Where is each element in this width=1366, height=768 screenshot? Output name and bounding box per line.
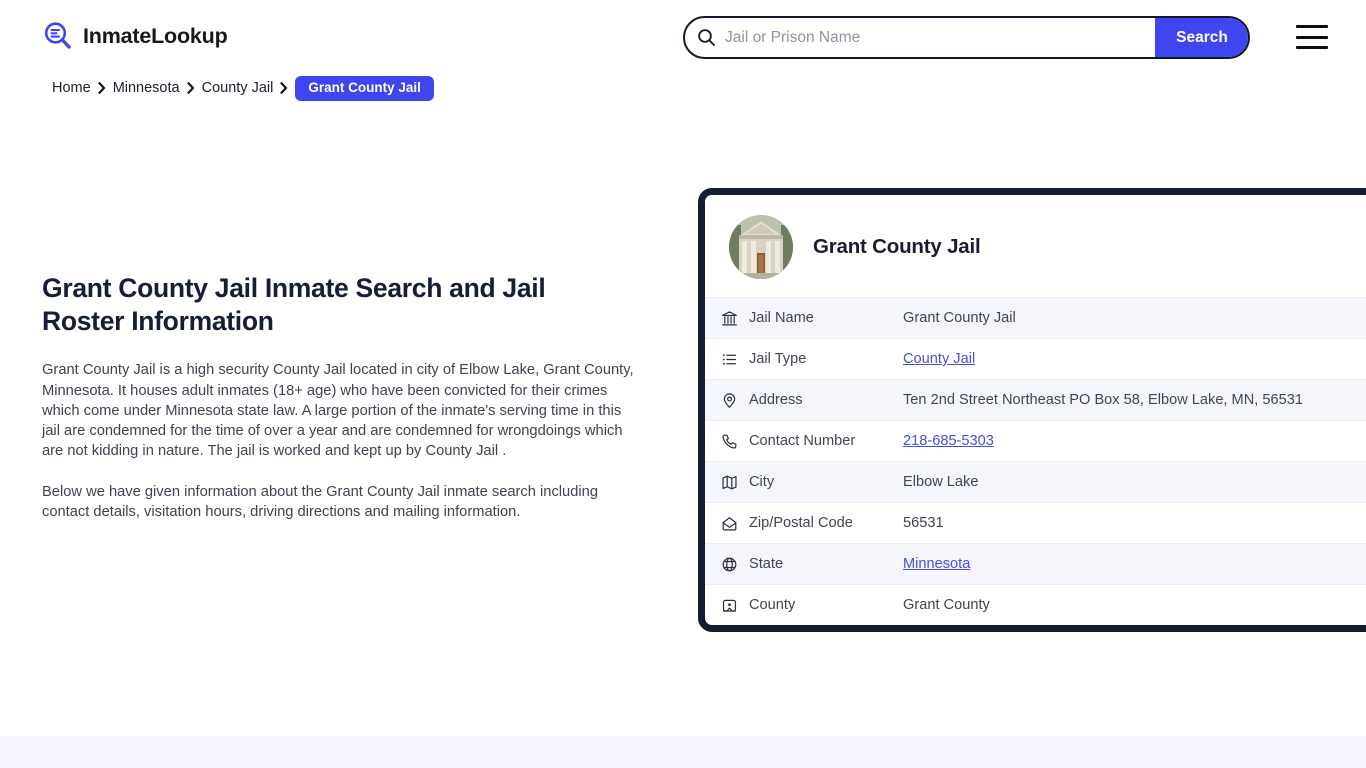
breadcrumb-item-minnesota[interactable]: Minnesota — [113, 80, 180, 96]
info-row-jail-name: Jail Name Grant County Jail — [705, 297, 1366, 338]
info-value-link[interactable]: County Jail — [903, 351, 975, 367]
info-label: Address — [749, 392, 803, 408]
jail-info-table: Jail Name Grant County Jail Jail Type Count… — [705, 297, 1366, 625]
brand-name: InmateLookup — [83, 23, 228, 48]
globe-icon — [721, 556, 749, 573]
info-value: Grant County — [903, 597, 990, 613]
chevron-right-icon — [98, 82, 105, 95]
breadcrumb-item-grant-county-jail: Grant County Jail — [295, 76, 434, 101]
info-value-link[interactable]: Minnesota — [903, 556, 970, 572]
info-value[interactable]: 218-685-5303 — [903, 433, 1366, 449]
info-label: Jail Type — [749, 351, 807, 367]
info-value: Elbow Lake — [903, 474, 979, 490]
magnifier-list-icon — [42, 20, 74, 52]
map-icon — [721, 474, 749, 491]
site-header: InmateLookup Search — [0, 0, 1366, 74]
hamburger-menu-icon[interactable] — [1296, 25, 1328, 49]
hamburger-bar — [1296, 35, 1328, 39]
info-value-link[interactable]: 218-685-5303 — [903, 433, 994, 449]
list-icon — [721, 351, 749, 368]
search-icon — [685, 28, 721, 47]
county-icon — [721, 597, 749, 614]
info-row-state: State Minnesota — [705, 543, 1366, 584]
card-title: Grant County Jail — [813, 235, 981, 258]
info-value[interactable]: Minnesota — [903, 556, 1366, 572]
info-label: City — [749, 474, 775, 490]
jail-info-card: Grant County Jail Jail Name Grant County … — [698, 188, 1366, 632]
courthouse-photo — [729, 215, 793, 279]
bank-icon — [721, 310, 749, 327]
info-row-jail-type: Jail Type County Jail — [705, 338, 1366, 379]
info-label: Jail Name — [749, 310, 814, 326]
article-paragraph-2: Below we have given information about th… — [42, 483, 598, 520]
info-value[interactable]: County Jail — [903, 351, 1366, 367]
info-label: Contact Number — [749, 433, 856, 449]
info-label: State — [749, 556, 784, 572]
envelope-icon — [721, 515, 749, 532]
brand-logo-link[interactable]: InmateLookup — [42, 20, 228, 52]
phone-icon — [721, 433, 749, 450]
info-row-city: City Elbow Lake — [705, 461, 1366, 502]
page-title: Grant County Jail Inmate Search and Jail… — [42, 273, 546, 337]
breadcrumb: Home Minnesota County Jail Grant County Jai… — [52, 76, 434, 101]
hamburger-bar — [1296, 25, 1328, 28]
map-pin-icon — [721, 392, 749, 409]
article-paragraph-1: Grant County Jail is a high security Cou… — [42, 362, 634, 460]
info-row-address: Address Ten 2nd Street Northeast PO Box 5… — [705, 379, 1366, 420]
info-value: Ten 2nd Street Northeast PO Box 58, Elbo… — [903, 392, 1303, 408]
chevron-right-icon — [280, 82, 288, 95]
search-input[interactable] — [721, 18, 1155, 57]
info-label: County — [749, 597, 796, 613]
breadcrumb-item-home[interactable]: Home — [52, 80, 91, 96]
footer-band — [0, 736, 1366, 768]
search-button[interactable]: Search — [1155, 18, 1248, 57]
search-bar[interactable]: Search — [683, 16, 1250, 59]
chevron-right-icon — [186, 82, 194, 95]
hamburger-bar — [1296, 46, 1328, 49]
info-row-county: County Grant County — [705, 584, 1366, 625]
info-value: Grant County Jail — [903, 310, 1016, 326]
info-label: Zip/Postal Code — [749, 515, 853, 531]
info-row-zip-postal-code: Zip/Postal Code 56531 — [705, 502, 1366, 543]
article-column: Grant County Jail Inmate Search and Jail… — [42, 272, 634, 522]
info-value: 56531 — [903, 515, 944, 531]
card-header: Grant County Jail — [705, 195, 1366, 297]
breadcrumb-item-county-jail[interactable]: County Jail — [202, 80, 274, 96]
info-row-contact-number: Contact Number 218-685-5303 — [705, 420, 1366, 461]
